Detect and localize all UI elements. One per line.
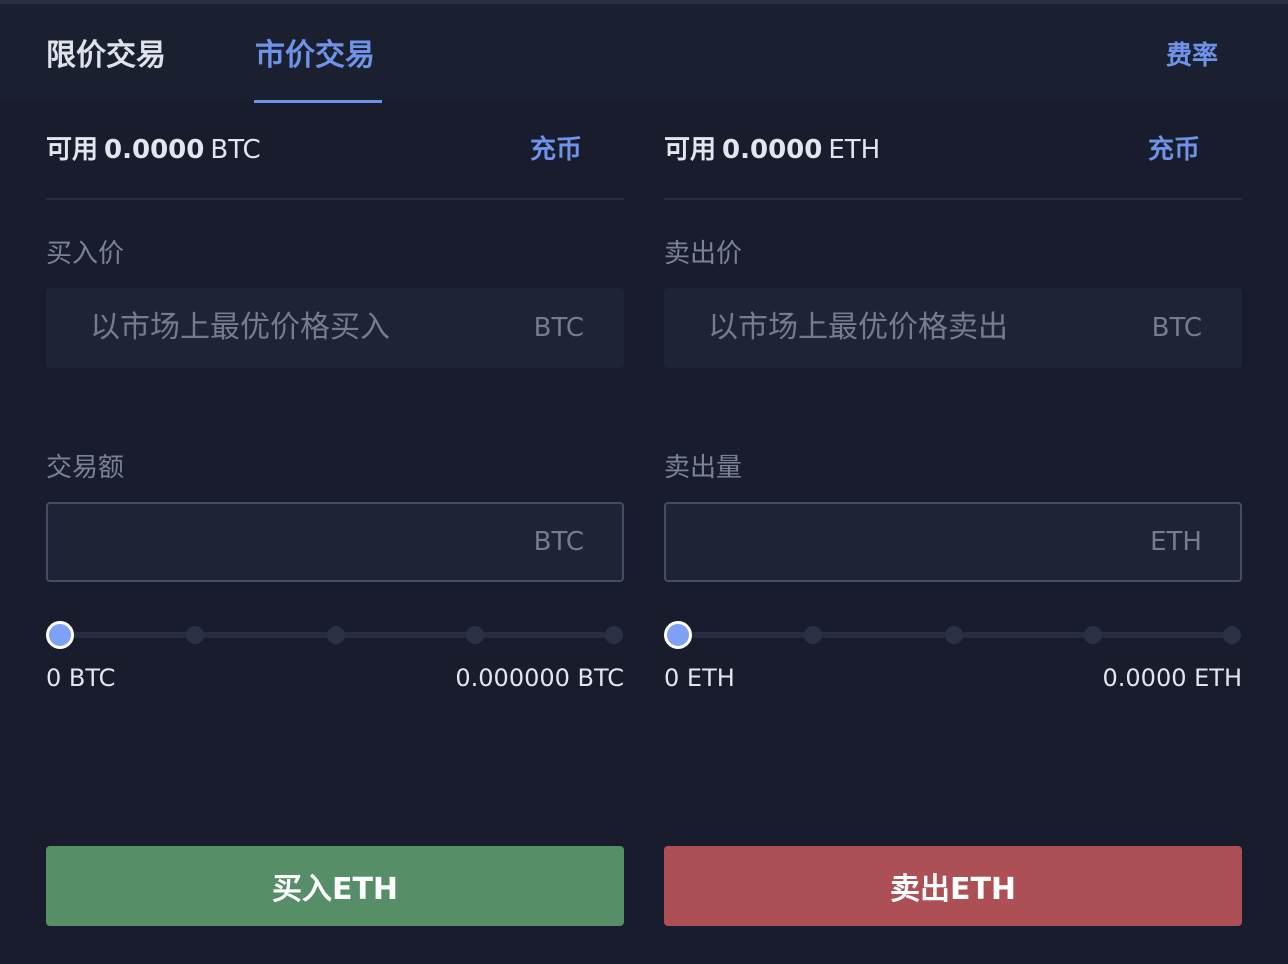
sell-panel: 可用 0.0000 ETH 充币 卖出价 以市场上最优价格卖出 BTC 卖出量 ET… [664,100,1242,964]
trade-type-tabs: 限价交易 市价交易 费率 [0,0,1288,103]
buy-eth-button[interactable]: 买入ETH [46,846,624,926]
available-label: 可用 [46,135,99,165]
divider [664,198,1242,200]
sell-amount-input[interactable] [686,504,1130,582]
sell-range-min: 0 ETH [664,664,735,692]
available-amount: 0.0000 [104,135,205,165]
buy-range-min: 0 BTC [46,664,116,692]
buy-amount-input[interactable] [68,504,512,582]
slider-handle[interactable] [46,621,74,649]
buy-amount-field[interactable]: BTC [46,502,624,582]
buy-amount-unit: BTC [533,527,584,557]
fee-rate-link[interactable]: 费率 [1166,38,1218,74]
buy-available-balance: 可用 0.0000 BTC 充币 [46,130,624,170]
buy-panel: 可用 0.0000 BTC 充币 买入价 以市场上最优价格买入 BTC 交易额 BT… [46,100,624,964]
sell-amount-label: 卖出量 [664,453,743,483]
sell-price-placeholder: 以市场上最优价格卖出 [708,310,1008,345]
tab-market-order[interactable]: 市价交易 [255,36,375,76]
deposit-button[interactable]: 充币 [1148,130,1200,170]
slider-step-75[interactable] [1084,626,1102,644]
available-label: 可用 [664,135,717,165]
sell-amount-unit: ETH [1150,527,1202,557]
sell-amount-slider[interactable] [664,620,1242,650]
buy-price-placeholder: 以市场上最优价格买入 [90,310,390,345]
buy-price-unit: BTC [533,313,584,343]
available-currency: BTC [210,135,261,165]
divider [46,198,624,200]
trade-panel: 限价交易 市价交易 费率 可用 0.0000 BTC 充币 买入价 以市场上最优价格… [0,0,1288,964]
tab-limit-order[interactable]: 限价交易 [46,36,166,76]
deposit-button[interactable]: 充币 [530,130,582,170]
sell-price-field: 以市场上最优价格卖出 BTC [664,288,1242,368]
buy-range-max: 0.000000 BTC [455,664,624,692]
buy-price-field: 以市场上最优价格买入 BTC [46,288,624,368]
buy-price-label: 买入价 [46,239,125,269]
sell-amount-field[interactable]: ETH [664,502,1242,582]
slider-step-100[interactable] [605,626,623,644]
available-currency: ETH [828,135,881,165]
sell-available-balance: 可用 0.0000 ETH 充币 [664,130,1242,170]
slider-step-50[interactable] [945,626,963,644]
slider-step-25[interactable] [186,626,204,644]
slider-step-25[interactable] [804,626,822,644]
buy-amount-label: 交易额 [46,453,125,483]
sell-range-max: 0.0000 ETH [1102,664,1242,692]
slider-step-100[interactable] [1223,626,1241,644]
sell-price-label: 卖出价 [664,239,743,269]
slider-handle[interactable] [664,621,692,649]
available-amount: 0.0000 [722,135,823,165]
slider-step-75[interactable] [466,626,484,644]
sell-price-unit: BTC [1151,313,1202,343]
slider-step-50[interactable] [327,626,345,644]
sell-eth-button[interactable]: 卖出ETH [664,846,1242,926]
buy-amount-slider[interactable] [46,620,624,650]
